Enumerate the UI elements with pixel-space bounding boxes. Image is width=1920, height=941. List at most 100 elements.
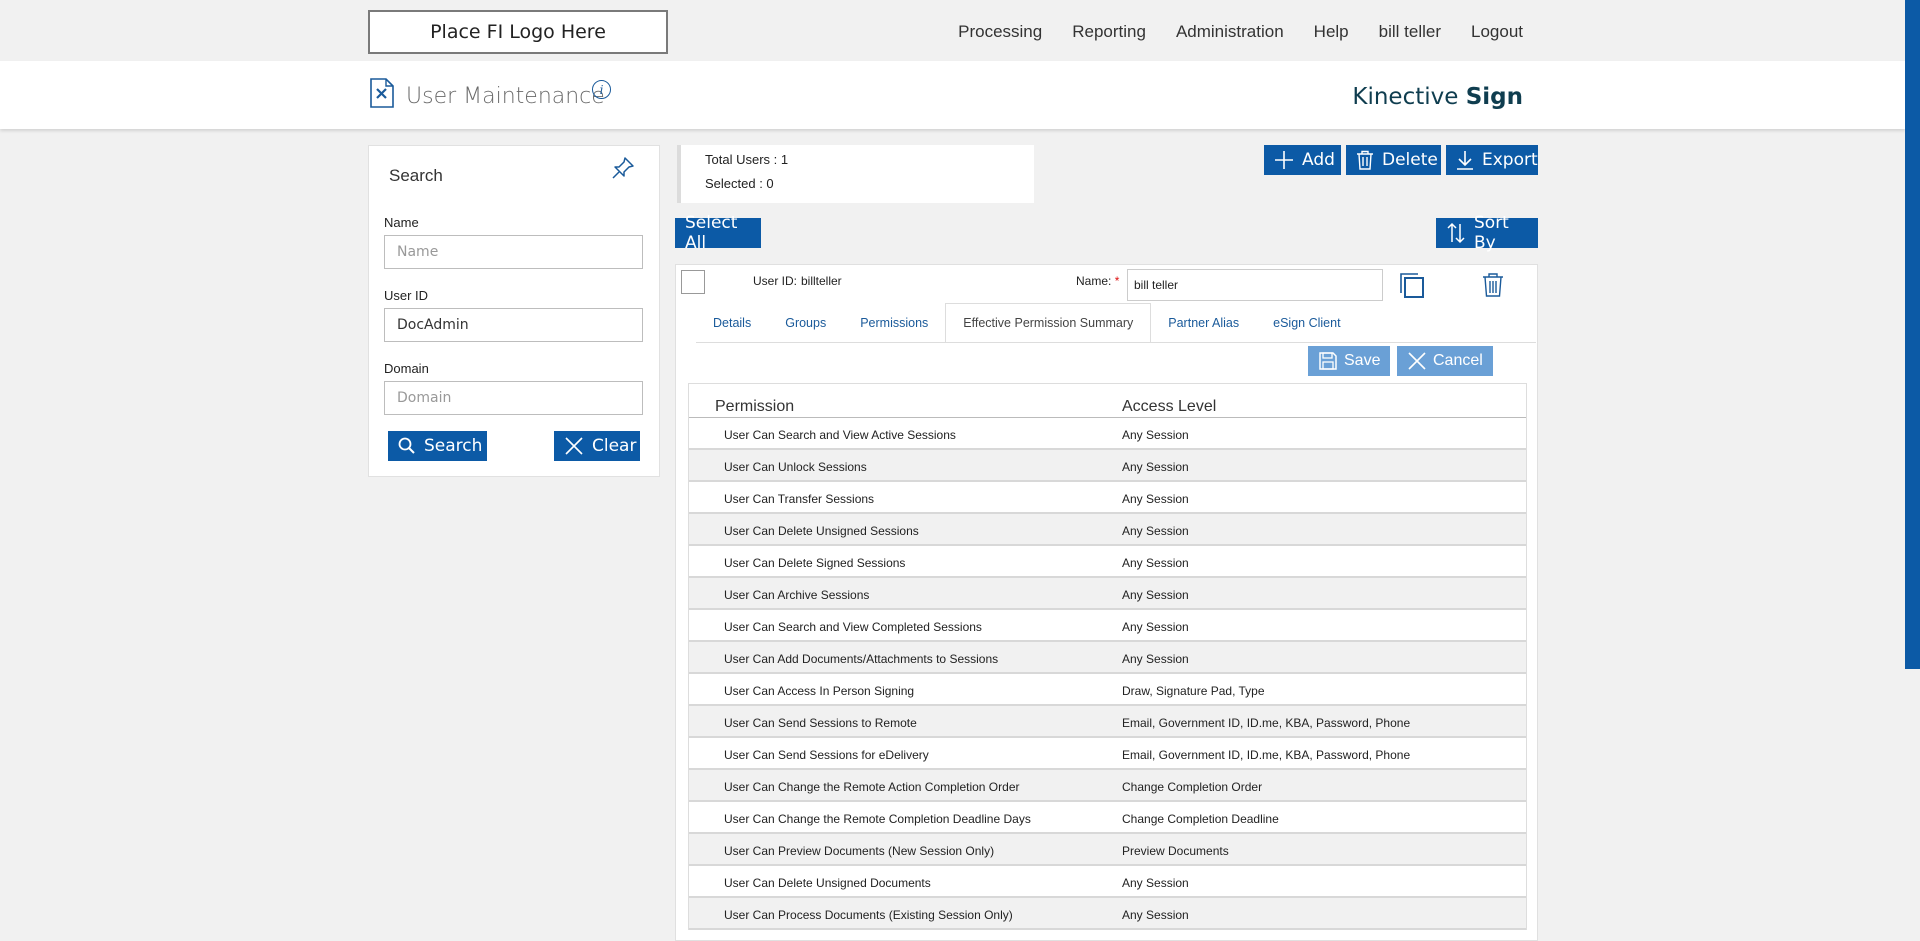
- access-level: Change Completion Deadline: [1122, 812, 1279, 826]
- download-icon: [1457, 151, 1473, 170]
- clear-button[interactable]: Clear: [554, 431, 640, 461]
- userid-input[interactable]: [384, 308, 643, 342]
- logo-placeholder: Place FI Logo Here: [368, 10, 668, 54]
- user-maintenance-icon: [369, 77, 395, 114]
- table-row: User Can Delete Signed Sessions Any Sessi…: [689, 546, 1526, 578]
- export-button[interactable]: Export: [1446, 145, 1538, 175]
- table-row: User Can Delete Unsigned Sessions Any Ses…: [689, 514, 1526, 546]
- table-row: User Can Change the Remote Completion De…: [689, 802, 1526, 834]
- selected-count: Selected : 0: [705, 176, 774, 191]
- access-level: Preview Documents: [1122, 844, 1229, 858]
- table-row: User Can Send Sessions for eDelivery Emai…: [689, 738, 1526, 770]
- page-title: User Maintenance: [406, 84, 605, 109]
- tab-permissions[interactable]: Permissions: [843, 303, 945, 343]
- access-level: Any Session: [1122, 556, 1189, 570]
- domain-input[interactable]: [384, 381, 643, 415]
- userid-value: billteller: [801, 274, 842, 288]
- search-icon: [398, 437, 415, 454]
- search-panel: Search Name User ID Domain Search Clear: [368, 145, 660, 477]
- permission-name: User Can Delete Unsigned Documents: [724, 876, 931, 890]
- info-icon[interactable]: i: [592, 80, 611, 99]
- access-level: Any Session: [1122, 652, 1189, 666]
- search-button[interactable]: Search: [388, 431, 487, 461]
- close-icon: [1408, 352, 1426, 370]
- access-level: Any Session: [1122, 908, 1189, 922]
- permission-name: User Can Unlock Sessions: [724, 460, 867, 474]
- required-marker: *: [1114, 274, 1120, 288]
- permission-name: User Can Archive Sessions: [724, 588, 870, 602]
- brand-logo: Kinective Sign: [1352, 84, 1523, 110]
- trash-icon: [1357, 150, 1373, 170]
- add-button[interactable]: Add: [1264, 145, 1341, 175]
- table-row: User Can Process Documents (Existing Ses…: [689, 898, 1526, 930]
- permission-name: User Can Transfer Sessions: [724, 492, 875, 506]
- table-row: User Can Unlock Sessions Any Session: [689, 450, 1526, 482]
- name-field-label: Name: *: [1076, 274, 1120, 288]
- table-body: User Can Search and View Active Sessions…: [689, 418, 1526, 930]
- cancel-button[interactable]: Cancel: [1397, 346, 1493, 376]
- access-level: Any Session: [1122, 460, 1189, 474]
- delete-user-icon[interactable]: [1482, 272, 1504, 303]
- save-icon: [1319, 352, 1337, 370]
- tab-divider: [696, 342, 1536, 343]
- table-row: User Can Transfer Sessions Any Session: [689, 482, 1526, 514]
- user-tabs: Details Groups Permissions Effective Per…: [696, 303, 1358, 343]
- access-level: Email, Government ID, ID.me, KBA, Passwo…: [1122, 748, 1411, 762]
- search-panel-title: Search: [389, 166, 443, 185]
- access-level: Any Session: [1122, 588, 1189, 602]
- nav-administration[interactable]: Administration: [1176, 22, 1284, 42]
- copy-icon[interactable]: [1398, 271, 1426, 304]
- nav-processing[interactable]: Processing: [958, 22, 1042, 42]
- access-level: Any Session: [1122, 524, 1189, 538]
- table-header: Permission Access Level: [689, 384, 1526, 418]
- table-row: User Can Search and View Completed Sessi…: [689, 610, 1526, 642]
- table-row: User Can Archive Sessions Any Session: [689, 578, 1526, 610]
- tab-partner-alias[interactable]: Partner Alias: [1151, 303, 1256, 343]
- user-select-checkbox[interactable]: [681, 270, 705, 294]
- access-level: Change Completion Order: [1122, 780, 1263, 794]
- access-level: Email, Government ID, ID.me, KBA, Passwo…: [1122, 716, 1411, 730]
- scrollbar[interactable]: [1905, 0, 1920, 669]
- table-row: User Can Delete Unsigned Documents Any Se…: [689, 866, 1526, 898]
- permission-name: User Can Send Sessions to Remote: [724, 716, 917, 730]
- access-level: Any Session: [1122, 876, 1189, 890]
- table-row: User Can Add Documents/Attachments to Se…: [689, 642, 1526, 674]
- pin-icon[interactable]: [609, 154, 637, 187]
- tab-esign-client[interactable]: eSign Client: [1256, 303, 1357, 343]
- domain-label: Domain: [384, 361, 429, 376]
- tab-details[interactable]: Details: [696, 303, 768, 343]
- table-row: User Can Access In Person Signing Draw, S…: [689, 674, 1526, 706]
- nav-reporting[interactable]: Reporting: [1072, 22, 1146, 42]
- delete-button[interactable]: Delete: [1346, 145, 1441, 175]
- nav-user-menu[interactable]: bill teller: [1379, 22, 1441, 42]
- user-name-input[interactable]: [1127, 269, 1383, 301]
- select-all-button[interactable]: Select All: [675, 213, 761, 253]
- permission-name: User Can Preview Documents (New Session …: [724, 844, 995, 858]
- name-label: Name: [384, 215, 419, 230]
- access-level: Any Session: [1122, 620, 1189, 634]
- permission-table: Permission Access Level User Can Search …: [688, 383, 1527, 930]
- permission-name: User Can Change the Remote Action Comple…: [724, 780, 1020, 794]
- permission-name: User Can Search and View Active Sessions: [724, 428, 956, 442]
- total-users-count: Total Users : 1: [705, 152, 789, 167]
- access-level: Any Session: [1122, 492, 1189, 506]
- close-icon: [565, 437, 583, 455]
- permission-name: User Can Delete Unsigned Sessions: [724, 524, 919, 538]
- user-counts: Total Users : 1 Selected : 0: [677, 145, 1034, 203]
- save-button[interactable]: Save: [1308, 346, 1391, 376]
- column-access-level: Access Level: [1122, 398, 1217, 415]
- tab-effective-permission-summary[interactable]: Effective Permission Summary: [945, 303, 1152, 343]
- nav-logout[interactable]: Logout: [1471, 22, 1523, 42]
- access-level: Draw, Signature Pad, Type: [1122, 684, 1265, 698]
- sort-by-button[interactable]: Sort By: [1436, 213, 1538, 253]
- userid-field-label: User ID:: [753, 274, 798, 288]
- column-permission: Permission: [715, 398, 795, 415]
- top-header: Place FI Logo Here Processing Reporting …: [0, 0, 1920, 61]
- nav-help[interactable]: Help: [1314, 22, 1349, 42]
- tab-groups[interactable]: Groups: [768, 303, 843, 343]
- name-input[interactable]: [384, 235, 643, 269]
- permission-name: User Can Add Documents/Attachments to Se…: [724, 652, 999, 666]
- permission-name: User Can Delete Signed Sessions: [724, 556, 906, 570]
- sort-icon: [1447, 222, 1465, 244]
- table-row: User Can Search and View Active Sessions…: [689, 418, 1526, 450]
